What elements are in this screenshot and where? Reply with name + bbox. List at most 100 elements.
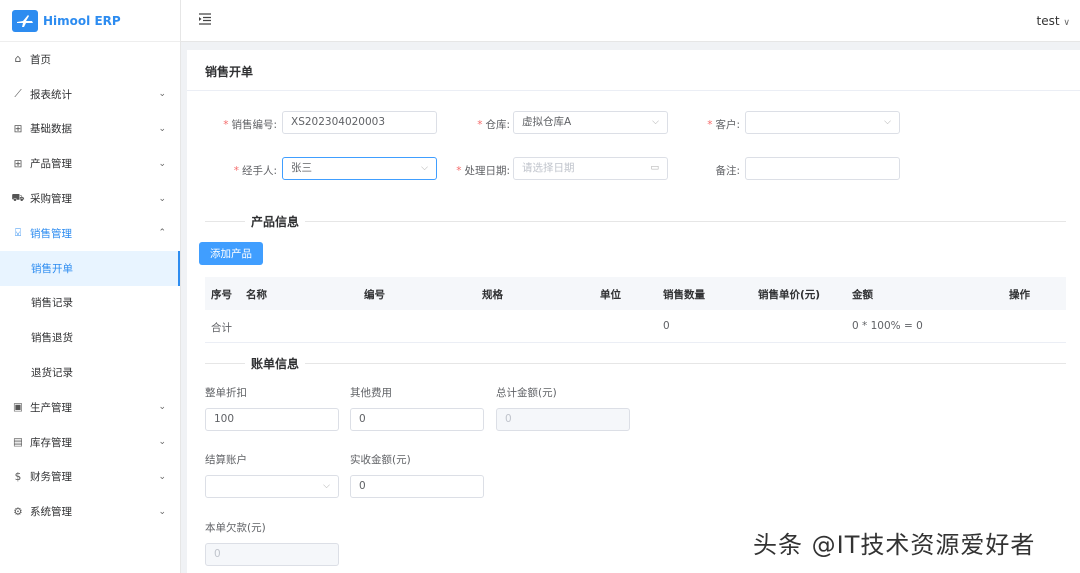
sidebar-item-basic-data[interactable]: ⊞ 基础数据 ⌄: [0, 112, 180, 147]
sidebar-item-label: 基础数据: [30, 123, 72, 136]
settings-icon: ⚙: [13, 505, 23, 518]
sidebar-item-sales[interactable]: ⍌ 销售管理 ⌃: [0, 216, 180, 251]
top-header: test ∨: [181, 0, 1080, 42]
sidebar-menu: ⌂ 首页 ⟋ 报表统计 ⌄ ⊞ 基础数据 ⌄ ⊞ 产品管理 ⌄ ⛟ 采购管理 ⌄…: [0, 42, 180, 529]
customer-select[interactable]: ⌵: [745, 111, 900, 134]
main-card: 销售开单 * 销售编号: XS202304020003 * 仓库: 虚拟仓库A ⌵ *…: [187, 50, 1080, 573]
discount-label: 整单折扣: [205, 387, 247, 399]
section-divider: [205, 363, 1066, 364]
sidebar-item-production[interactable]: ▣ 生产管理 ⌄: [0, 390, 180, 425]
remark-label: 备注:: [715, 165, 740, 177]
sidebar-item-label: 采购管理: [30, 193, 72, 206]
sidebar-item-label: 销售开单: [31, 262, 73, 275]
warehouse-label: * 仓库:: [477, 119, 510, 131]
sidebar-subitem-sales-records[interactable]: 销售记录: [0, 286, 180, 321]
chevron-up-icon: ⌃: [158, 228, 166, 239]
brand-name: Himool ERP: [43, 13, 121, 28]
column-header: 序号: [211, 289, 232, 301]
other-fee-label: 其他费用: [350, 387, 392, 399]
chevron-down-icon: ⌄: [158, 89, 166, 100]
sidebar-item-label: 系统管理: [30, 506, 72, 519]
sidebar-item-label: 首页: [30, 53, 51, 66]
chevron-down-icon: ⌄: [158, 123, 166, 134]
total-amount-input: 0: [496, 408, 630, 431]
date-label: * 处理日期:: [456, 165, 510, 177]
sidebar-item-reports[interactable]: ⟋ 报表统计 ⌄: [0, 77, 180, 112]
sidebar-item-label: 财务管理: [30, 471, 72, 484]
product-table-header: 序号 名称 编号 规格 单位 销售数量 销售单价(元) 金额 操作: [205, 277, 1066, 310]
menu-fold-icon[interactable]: [199, 13, 211, 28]
received-input[interactable]: 0: [350, 475, 484, 498]
discount-input[interactable]: 100: [205, 408, 339, 431]
factory-icon: ▣: [13, 401, 23, 414]
dollar-icon: $: [14, 470, 22, 483]
column-header: 名称: [246, 289, 267, 301]
total-label: 合计: [211, 322, 232, 334]
sidebar-item-home[interactable]: ⌂ 首页: [0, 42, 180, 77]
sidebar-item-purchase[interactable]: ⛟ 采购管理 ⌄: [0, 181, 180, 216]
required-mark: *: [477, 119, 483, 131]
chevron-down-icon: ⌵: [421, 163, 428, 173]
customer-label: * 客户:: [707, 119, 740, 131]
chevron-down-icon: ⌄: [158, 437, 166, 448]
sidebar-item-label: 库存管理: [30, 436, 72, 449]
user-menu[interactable]: test ∨: [1037, 14, 1070, 28]
chevron-down-icon: ⌄: [158, 158, 166, 169]
chevron-down-icon: ⌵: [884, 117, 891, 127]
sidebar-item-label: 销售管理: [30, 227, 72, 240]
inventory-icon: ▤: [13, 436, 23, 449]
required-mark: *: [223, 119, 229, 131]
watermark: 头条 @IT技术资源爱好者: [753, 531, 1036, 559]
column-header: 编号: [364, 289, 385, 301]
column-header: 销售数量: [663, 289, 705, 301]
sidebar-item-products[interactable]: ⊞ 产品管理 ⌄: [0, 146, 180, 181]
sale-no-input[interactable]: XS202304020003: [282, 111, 437, 134]
sidebar-item-label: 报表统计: [30, 88, 72, 101]
home-icon: ⌂: [14, 53, 22, 66]
handler-select[interactable]: 张三 ⌵: [282, 157, 437, 180]
account-select[interactable]: ⌵: [205, 475, 339, 498]
sidebar-subitem-sales-order[interactable]: 销售开单: [0, 250, 180, 286]
brand[interactable]: Himool ERP: [0, 0, 180, 42]
cart-icon: ⛟: [11, 191, 25, 204]
logo-icon: [12, 9, 38, 32]
column-header: 操作: [1009, 289, 1030, 301]
sidebar-item-label: 产品管理: [30, 158, 72, 171]
sidebar-item-finance[interactable]: $ 财务管理 ⌄: [0, 460, 180, 495]
chevron-down-icon: ⌄: [158, 471, 166, 482]
product-section-title: 产品信息: [245, 213, 306, 230]
sidebar: Himool ERP ⌂ 首页 ⟋ 报表统计 ⌄ ⊞ 基础数据 ⌄ ⊞ 产品管理…: [0, 0, 181, 573]
total-quantity: 0: [663, 320, 670, 332]
apps-icon: ⊞: [13, 157, 23, 170]
column-header: 金额: [852, 289, 873, 301]
required-mark: *: [707, 119, 713, 131]
warehouse-select[interactable]: 虚拟仓库A ⌵: [513, 111, 668, 134]
received-label: 实收金额(元): [350, 454, 411, 466]
sidebar-subitem-return-records[interactable]: 退货记录: [0, 355, 180, 390]
column-header: 单位: [600, 289, 621, 301]
date-picker[interactable]: 请选择日期 ▭: [513, 157, 668, 180]
bag-icon: ⍌: [14, 226, 22, 239]
chevron-down-icon: ∨: [1063, 18, 1070, 28]
total-amount: 0 * 100% = 0: [852, 320, 923, 332]
column-header: 规格: [482, 289, 503, 301]
arrears-input: 0: [205, 543, 339, 566]
sidebar-item-label: 销售记录: [31, 297, 73, 310]
sidebar-item-label: 销售退货: [31, 332, 73, 345]
handler-label: * 经手人:: [233, 165, 277, 177]
divider: [187, 90, 1080, 91]
sidebar-item-system[interactable]: ⚙ 系统管理 ⌄: [0, 494, 180, 529]
section-divider: [205, 221, 1066, 222]
sidebar-subitem-sales-return[interactable]: 销售退货: [0, 320, 180, 355]
add-product-button[interactable]: 添加产品: [199, 242, 263, 265]
chevron-down-icon: ⌄: [158, 506, 166, 517]
remark-input[interactable]: [745, 157, 900, 180]
other-fee-input[interactable]: 0: [350, 408, 484, 431]
total-amount-label: 总计金额(元): [496, 387, 557, 399]
page-title: 销售开单: [205, 65, 254, 79]
calendar-icon: ▭: [650, 163, 659, 173]
username: test: [1036, 14, 1060, 28]
chevron-down-icon: ⌄: [158, 193, 166, 204]
sidebar-item-label: 退货记录: [31, 367, 73, 380]
sidebar-item-inventory[interactable]: ▤ 库存管理 ⌄: [0, 425, 180, 460]
